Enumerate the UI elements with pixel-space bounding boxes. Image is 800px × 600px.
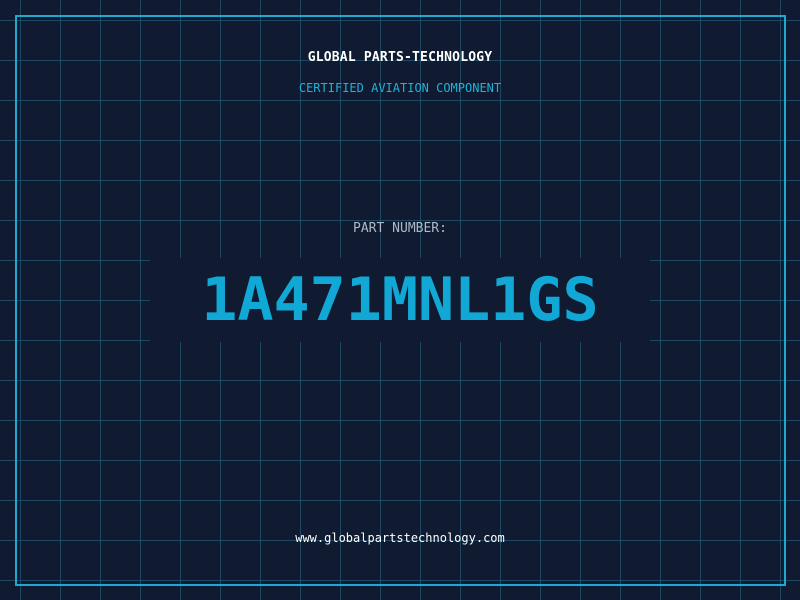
part-number-label: PART NUMBER:: [353, 221, 447, 236]
certification-subtitle: CERTIFIED AVIATION COMPONENT: [298, 81, 502, 95]
website-url: www.globalpartstechnology.com: [295, 531, 505, 545]
part-number-value: 1A471MNL1GS: [150, 258, 650, 342]
label-card: GLOBAL PARTS-TECHNOLOGY CERTIFIED AVIATI…: [0, 0, 800, 600]
company-name: GLOBAL PARTS-TECHNOLOGY: [307, 50, 493, 65]
